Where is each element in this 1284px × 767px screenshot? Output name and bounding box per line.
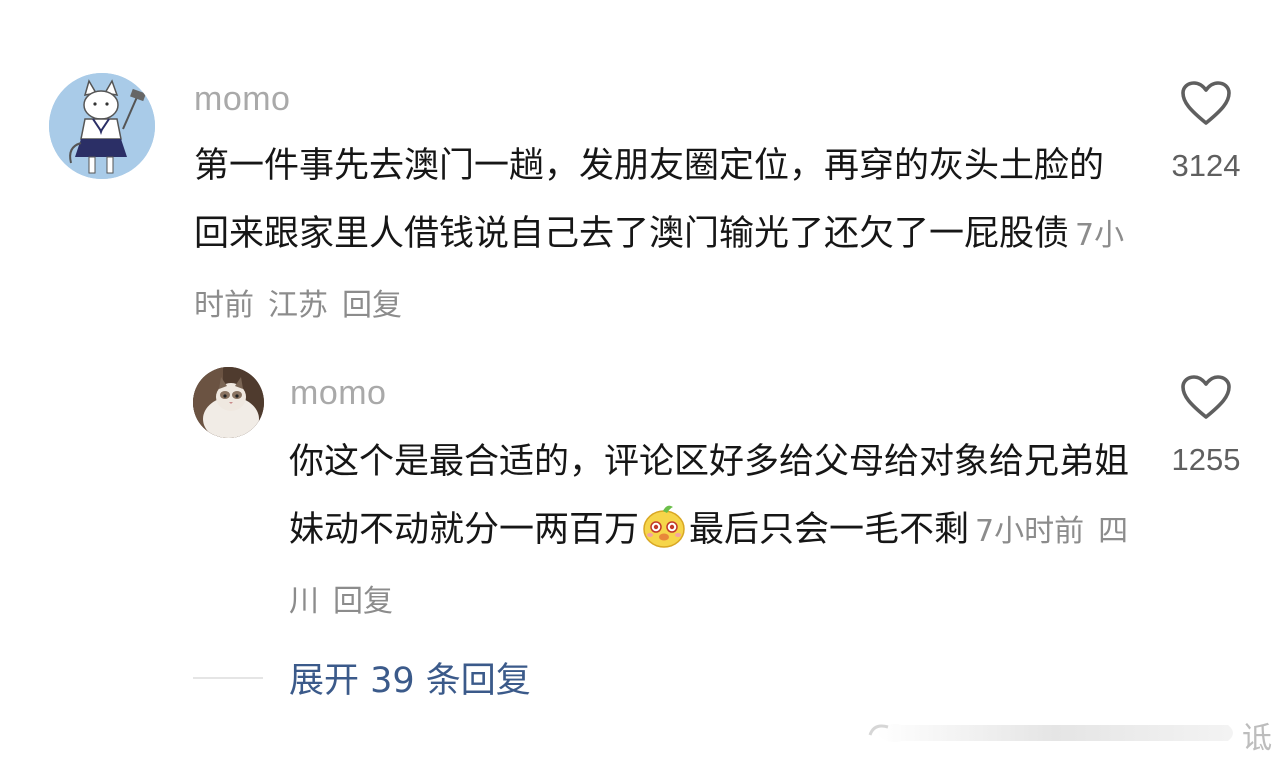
like-count: 3124	[1171, 148, 1241, 183]
timestamp: 7小时前	[975, 514, 1085, 549]
ragdoll-cat-avatar-icon	[193, 367, 264, 438]
watermark-logo	[868, 724, 1233, 742]
comment-text: 第一件事先去澳门一趟，发朋友圈定位，再穿的灰头土脸的回来跟家里人借钱说自己去了澳…	[194, 132, 1134, 340]
avatar[interactable]	[49, 73, 155, 179]
like-count: 1255	[1171, 442, 1241, 477]
comment-body: 第一件事先去澳门一趟，发朋友圈定位，再穿的灰头土脸的回来跟家里人借钱说自己去了澳…	[194, 146, 1105, 254]
heart-icon	[1181, 81, 1231, 125]
username[interactable]: momo	[194, 80, 290, 119]
location: 江苏	[268, 288, 328, 323]
like-button[interactable]: 3124	[1151, 80, 1261, 184]
expand-replies-button[interactable]: 展开 39 条回复	[289, 652, 531, 703]
heart-icon	[1181, 375, 1231, 419]
smiling-face-sticker-icon	[643, 505, 685, 548]
comment-body-continued: 最后只会一毛不剩	[689, 510, 970, 550]
username[interactable]: momo	[290, 374, 386, 413]
reply-button[interactable]: 回复	[342, 288, 402, 323]
avatar[interactable]	[193, 367, 264, 438]
reply-button[interactable]: 回复	[333, 584, 393, 619]
like-button[interactable]: 1255	[1151, 374, 1261, 478]
cat-schoolgirl-avatar-icon	[49, 73, 155, 179]
watermark-text: 诋	[1242, 721, 1272, 756]
comment-text: 你这个是最合适的，评论区好多给父母给对象给兄弟姐妹动不动就分一两百万 最后只会一…	[289, 428, 1129, 636]
divider	[193, 677, 263, 679]
